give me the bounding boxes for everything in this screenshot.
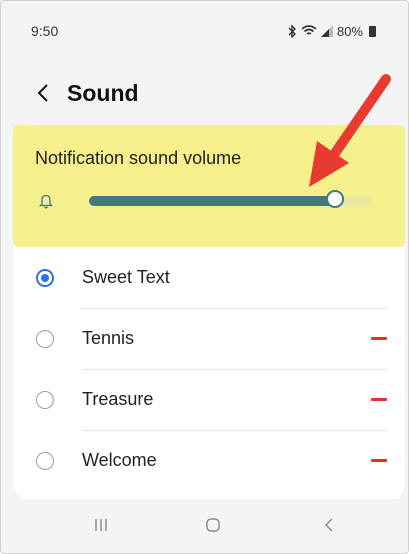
battery-percent: 80% — [336, 23, 363, 39]
remove-icon[interactable] — [371, 398, 387, 401]
sound-label: Tennis — [82, 328, 135, 348]
wifi-icon — [301, 25, 317, 35]
notification-volume-label: Notification sound volume — [35, 148, 242, 168]
page-title: Sound — [67, 79, 139, 106]
radio-button-selected[interactable] — [36, 268, 54, 287]
page-header: Sound — [31, 75, 139, 111]
list-item[interactable]: Tennis — [13, 308, 405, 369]
chevron-left-icon[interactable] — [31, 81, 55, 105]
home-icon[interactable] — [199, 513, 227, 537]
sound-list: Sweet Text Tennis Treasure Welcome — [13, 247, 405, 505]
bluetooth-icon — [288, 24, 296, 38]
status-time: 9:50 — [31, 23, 59, 39]
sound-label: Welcome — [82, 450, 157, 470]
battery-icon — [369, 25, 376, 37]
slider-fill — [89, 196, 336, 206]
signal-icon — [320, 25, 333, 37]
sound-label: Treasure — [82, 389, 154, 409]
remove-icon[interactable] — [371, 459, 387, 462]
recent-apps-icon[interactable] — [87, 513, 115, 537]
radio-button[interactable] — [36, 329, 54, 348]
list-item[interactable]: Treasure — [13, 369, 405, 430]
navigation-bar — [1, 499, 408, 553]
phone-screen: 9:50 80% Sound Notification sound volume… — [0, 0, 409, 554]
annotation-arrow-icon — [309, 74, 391, 187]
bell-icon — [39, 194, 53, 209]
list-item[interactable]: Sweet Text — [13, 247, 405, 308]
list-item[interactable]: Welcome — [13, 430, 405, 491]
slider-thumb[interactable] — [326, 190, 345, 208]
notification-volume-slider[interactable] — [89, 190, 372, 209]
radio-button[interactable] — [36, 451, 54, 470]
status-bar: 9:50 80% — [31, 21, 376, 41]
remove-icon[interactable] — [371, 337, 387, 340]
status-icons: 80% — [287, 24, 376, 39]
sound-label: Sweet Text — [82, 267, 170, 287]
radio-button[interactable] — [36, 390, 54, 409]
back-icon[interactable] — [315, 513, 343, 537]
